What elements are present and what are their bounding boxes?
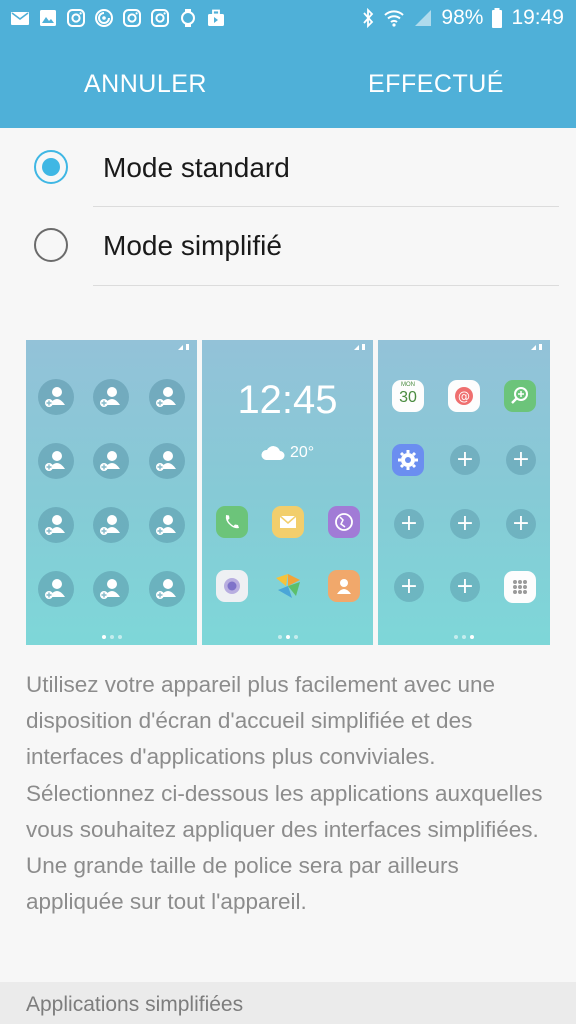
add-contact-icon — [149, 443, 185, 479]
page-indicator — [26, 635, 197, 639]
add-app-icon: + — [450, 509, 480, 539]
add-app-icon: + — [450, 445, 480, 475]
contacts-app-icon — [328, 570, 360, 602]
settings-app-icon — [392, 444, 424, 476]
watch-icon — [181, 9, 195, 27]
add-contact-icon — [93, 443, 129, 479]
clock-time: 19:49 — [511, 6, 564, 29]
bluetooth-icon — [363, 7, 374, 29]
add-contact-icon — [38, 443, 74, 479]
radio-button[interactable] — [34, 228, 68, 262]
signal-icon — [415, 10, 432, 26]
radio-button-selected[interactable] — [34, 150, 68, 184]
sync-icon — [95, 9, 113, 27]
add-app-icon: + — [394, 509, 424, 539]
phone-app-icon — [216, 506, 248, 538]
option-label: Mode standard — [103, 152, 290, 183]
mini-status-icon — [531, 344, 542, 350]
add-contact-icon — [38, 507, 74, 543]
section-title: Applications simplifiées — [26, 993, 244, 1016]
page-indicator — [378, 635, 550, 639]
add-contact-icon — [149, 379, 185, 415]
section-header: Applications simplifiées — [0, 982, 576, 1024]
add-app-icon: + — [506, 509, 536, 539]
camera-app-icon — [216, 570, 248, 602]
option-easy-mode[interactable]: Mode simplifié — [0, 208, 576, 286]
preview-apps-screen: MON 30 @ + + + + + + + — [378, 340, 550, 645]
add-contact-icon — [149, 507, 185, 543]
internet-app-icon — [328, 506, 360, 538]
briefcase-icon — [208, 9, 224, 26]
cloud-icon — [261, 446, 285, 460]
option-label: Mode simplifié — [103, 230, 282, 261]
preview-home-screen: 12:45 20° — [202, 340, 373, 645]
svg-text:@: @ — [458, 390, 470, 404]
cancel-button[interactable]: ANNULER — [84, 70, 207, 99]
mini-status-icon — [354, 344, 365, 350]
system-status: 98% 19:49 — [361, 6, 564, 30]
preview-weather: 20° — [260, 444, 314, 462]
divider — [93, 206, 559, 207]
mode-description: Utilisez votre appareil plus facilement … — [26, 672, 543, 915]
add-contact-icon — [93, 379, 129, 415]
battery-percent: 98% — [441, 6, 484, 29]
divider — [93, 285, 559, 286]
battery-icon — [492, 8, 503, 28]
calendar-app-icon: MON 30 — [392, 380, 424, 412]
action-bar: ANNULER EFFECTUÉ — [0, 40, 576, 128]
email-app-icon — [272, 506, 304, 538]
add-app-icon: + — [506, 445, 536, 475]
option-standard-mode[interactable]: Mode standard — [0, 130, 576, 208]
email-app-icon: @ — [448, 380, 480, 412]
instagram-icon — [67, 9, 85, 27]
add-contact-icon — [93, 571, 129, 607]
wifi-icon — [384, 10, 405, 27]
preview-contacts-screen — [26, 340, 197, 645]
add-contact-icon — [38, 379, 74, 415]
add-contact-icon — [93, 507, 129, 543]
preview-temperature: 20° — [290, 444, 315, 461]
calendar-day-label: MON — [401, 382, 415, 388]
preview-clock: 12:45 — [237, 378, 338, 422]
mini-status-icon — [178, 344, 189, 350]
gallery-app-icon — [272, 570, 304, 602]
add-contact-icon — [149, 571, 185, 607]
gallery-icon — [40, 10, 56, 26]
instagram-icon — [151, 9, 169, 27]
add-app-icon: + — [394, 572, 424, 602]
calendar-date-label: 30 — [399, 389, 417, 406]
done-button[interactable]: EFFECTUÉ — [368, 70, 504, 99]
email-icon — [11, 12, 29, 25]
add-contact-icon — [38, 571, 74, 607]
magnifier-app-icon — [504, 380, 536, 412]
add-app-icon: + — [450, 572, 480, 602]
status-bar: 98% 19:49 — [0, 0, 576, 40]
mode-preview-illustration: 12:45 20° MON 30 @ + + + + + + + — [26, 340, 550, 645]
instagram-icon — [123, 9, 141, 27]
page-indicator — [202, 635, 373, 639]
apps-grid-icon — [504, 571, 536, 603]
notification-icons — [10, 8, 226, 28]
